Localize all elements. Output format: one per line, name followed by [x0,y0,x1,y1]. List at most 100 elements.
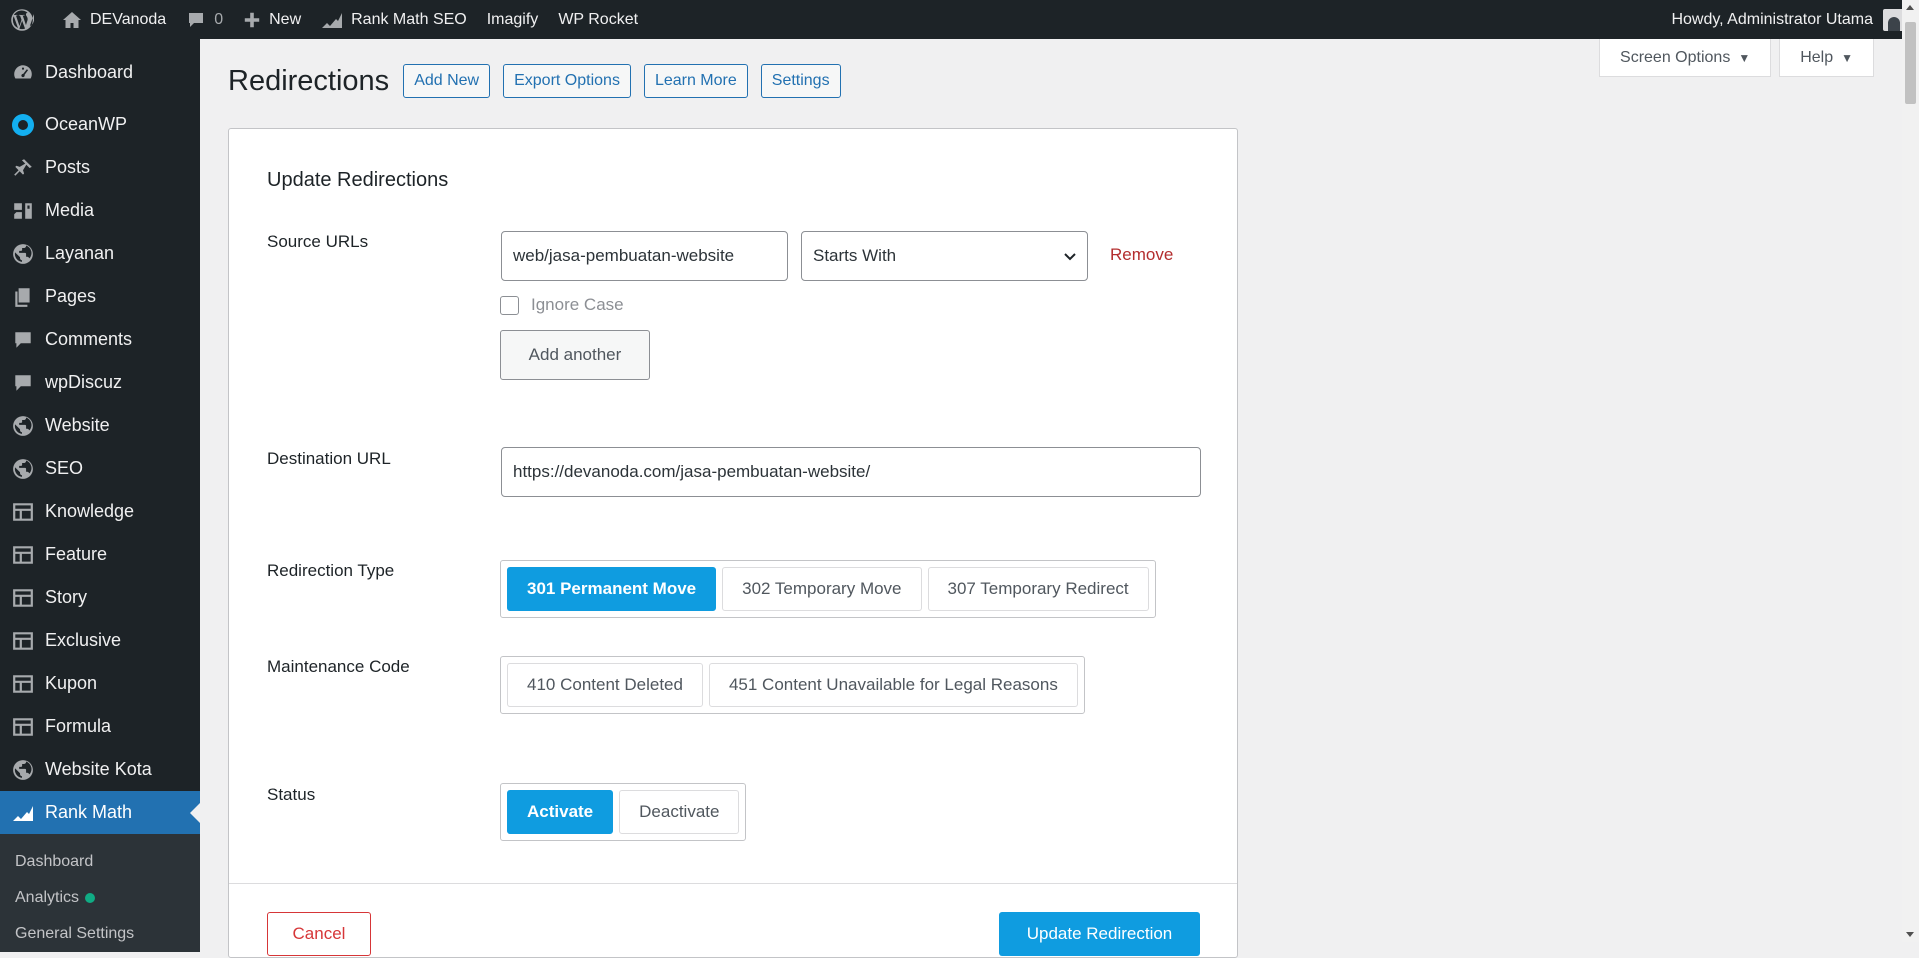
scrollbar-thumb[interactable] [1905,22,1916,104]
sidebar-item-layanan[interactable]: Layanan [0,232,200,275]
sidebar-item-label: Knowledge [45,501,135,521]
plus-icon [244,12,260,27]
code-451-button[interactable]: 451 Content Unavailable for Legal Reason… [708,663,1078,707]
sidebar-item-dashboard[interactable]: Dashboard [0,51,200,94]
status-group: Activate Deactivate [500,783,747,841]
type-301-button[interactable]: 301 Permanent Move [507,567,717,611]
site-name-menu[interactable]: DEVanoda [52,0,176,39]
chevron-down-icon [1064,253,1076,261]
new-label: New [269,10,302,28]
submenu-item-dashboard[interactable]: Dashboard [0,844,200,880]
redirection-type-group: 301 Permanent Move 302 Temporary Move 30… [500,560,1156,618]
ignore-case-row[interactable]: Ignore Case [500,295,624,315]
howdy-text: Howdy, Administrator Utama [1671,10,1873,28]
page-scrollbar[interactable] [1902,0,1919,942]
table-icon [10,714,36,740]
caret-down-icon: ▼ [1841,50,1853,65]
page-title: Redirections [228,64,390,97]
sidebar-item-website[interactable]: Website [0,404,200,447]
dashboard-icon [10,60,36,86]
imagify-menu[interactable]: Imagify [477,0,549,39]
my-account-menu[interactable]: Howdy, Administrator Utama [1671,8,1919,31]
sidebar-item-knowledge[interactable]: Knowledge [0,490,200,533]
settings-button[interactable]: Settings [760,64,841,98]
submenu-item-general-settings[interactable]: General Settings [0,916,200,952]
sidebar-item-story[interactable]: Story [0,576,200,619]
scroll-up-arrow-icon[interactable] [1906,5,1914,10]
export-options-button[interactable]: Export Options [503,64,631,98]
submenu-item-analytics[interactable]: Analytics [0,880,200,916]
type-307-button[interactable]: 307 Temporary Redirect [927,567,1149,611]
wprocket-menu[interactable]: WP Rocket [548,0,648,39]
sidebar-item-label: Posts [45,157,91,177]
table-icon [10,671,36,697]
sidebar-item-rank-math[interactable]: Rank Math [0,791,200,834]
deactivate-button[interactable]: Deactivate [619,790,740,834]
add-new-button[interactable]: Add New [403,64,491,98]
sidebar-item-comments[interactable]: Comments [0,318,200,361]
sidebar-item-label: Comments [45,329,133,349]
page-header: Redirections Add New Export Options Lear… [228,64,854,98]
status-label: Status [267,785,316,804]
rank-math-submenu: Dashboard Analytics General Settings [0,834,200,952]
destination-url-input[interactable]: https://devanoda.com/jasa-pembuatan-webs… [501,447,1201,497]
sidebar-item-label: Rank Math [45,802,133,822]
sidebar-item-wpdiscuz[interactable]: wpDiscuz [0,361,200,404]
form-footer-divider [229,883,1237,884]
rankmath-label: Rank Math SEO [351,10,467,28]
sidebar-item-seo[interactable]: SEO [0,447,200,490]
admin-sidebar: Dashboard OceanWP Posts Media Layanan Pa… [0,39,200,952]
add-another-button[interactable]: Add another [500,330,650,380]
sidebar-item-exclusive[interactable]: Exclusive [0,619,200,662]
type-302-button[interactable]: 302 Temporary Move [722,567,922,611]
sidebar-item-label: Media [45,200,95,220]
source-url-input[interactable]: web/jasa-pembuatan-website [501,231,788,281]
ignore-case-label: Ignore Case [531,295,624,314]
destination-url-label: Destination URL [267,449,391,468]
sidebar-item-formula[interactable]: Formula [0,705,200,748]
sidebar-item-label: Kupon [45,673,98,693]
comments-menu[interactable]: 0 [176,0,233,39]
sidebar-item-pages[interactable]: Pages [0,275,200,318]
sidebar-item-feature[interactable]: Feature [0,533,200,576]
sidebar-item-label: Dashboard [45,62,134,82]
wprocket-label: WP Rocket [558,10,639,28]
submenu-label: Analytics [15,889,80,906]
globe-icon [10,757,36,783]
ignore-case-checkbox[interactable] [500,295,519,315]
status-dot-icon [85,893,96,903]
sidebar-item-label: Exclusive [45,630,122,650]
wp-logo-menu[interactable] [0,0,52,39]
help-button[interactable]: Help ▼ [1779,39,1874,77]
activate-button[interactable]: Activate [507,790,614,834]
admin-bar: DEVanoda 0 New Rank Math SEO Imagify WP … [0,0,1919,39]
sidebar-item-kupon[interactable]: Kupon [0,662,200,705]
screen-meta-links: Screen Options ▼ Help ▼ [1599,39,1874,77]
rankmath-menu[interactable]: Rank Math SEO [311,0,477,39]
globe-icon [10,413,36,439]
sidebar-item-website-kota[interactable]: Website Kota [0,748,200,791]
update-redirection-button[interactable]: Update Redirection [999,912,1200,956]
home-icon [63,11,81,28]
screen-options-button[interactable]: Screen Options ▼ [1599,39,1772,77]
code-410-button[interactable]: 410 Content Deleted [507,663,703,707]
sidebar-item-posts[interactable]: Posts [0,146,200,189]
learn-more-button[interactable]: Learn More [643,64,748,98]
scroll-down-arrow-icon[interactable] [1906,932,1914,937]
comment-bubble-icon [189,12,204,27]
help-label: Help [1800,48,1834,66]
sidebar-item-media[interactable]: Media [0,189,200,232]
submenu-label: General Settings [15,925,135,942]
comment-icon [10,370,36,396]
pages-icon [10,284,36,310]
source-match-select[interactable]: Starts With [801,231,1088,281]
sidebar-item-oceanwp[interactable]: OceanWP [0,103,200,146]
cancel-button[interactable]: Cancel [267,912,371,956]
caret-down-icon: ▼ [1738,50,1751,65]
sidebar-item-label: OceanWP [45,114,128,134]
sidebar-item-label: Story [45,587,88,607]
sidebar-item-label: Feature [45,544,108,564]
new-content-menu[interactable]: New [233,0,311,39]
comments-count: 0 [214,10,224,28]
remove-source-link[interactable]: Remove [1110,245,1173,265]
